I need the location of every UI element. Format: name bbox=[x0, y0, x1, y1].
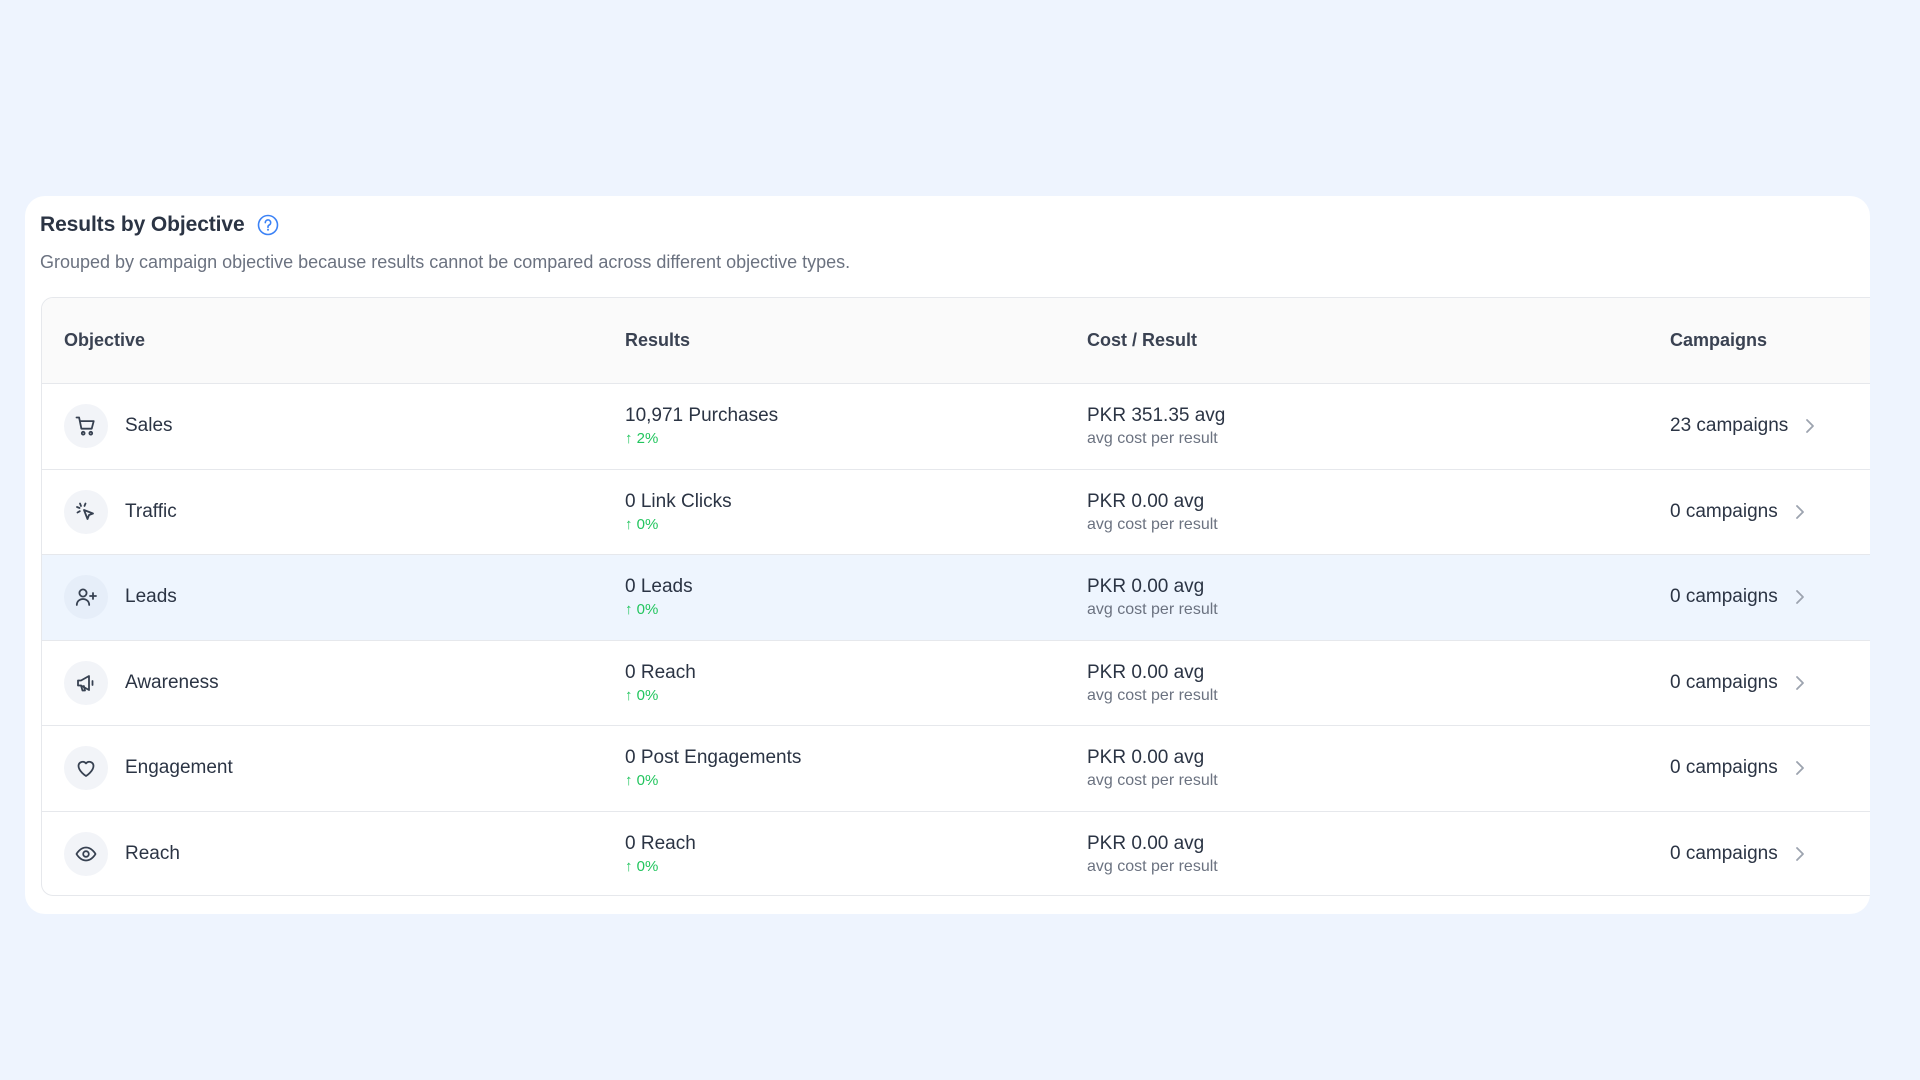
results-cell: 0 Link Clicks ↑ 0% bbox=[625, 490, 732, 535]
cost-sublabel: avg cost per result bbox=[1087, 772, 1218, 789]
table-row-traffic[interactable]: Traffic 0 Link Clicks ↑ 0% PKR 0.00 avg … bbox=[42, 470, 1870, 555]
results-value: 10,971 Purchases bbox=[625, 405, 779, 426]
cost-cell: PKR 0.00 avg avg cost per result bbox=[1087, 661, 1218, 706]
objective-label: Engagement bbox=[125, 757, 233, 779]
campaigns-count: 0 campaigns bbox=[1670, 671, 1778, 693]
campaigns-cell[interactable]: 23 campaigns bbox=[1670, 384, 1816, 469]
objective-cell: Awareness bbox=[64, 641, 219, 726]
cost-sublabel: avg cost per result bbox=[1087, 857, 1218, 875]
results-delta: ↑ 0% bbox=[625, 772, 659, 789]
cost-value: PKR 0.00 avg bbox=[1087, 490, 1205, 512]
heart-icon bbox=[64, 746, 108, 791]
cost-value: PKR 0.00 avg bbox=[1087, 576, 1205, 597]
campaigns-count: 0 campaigns bbox=[1670, 757, 1778, 779]
results-cell: 10,971 Purchases ↑ 2% bbox=[625, 404, 778, 449]
objective-cell: Leads bbox=[64, 555, 177, 640]
campaigns-count: 23 campaigns bbox=[1670, 415, 1789, 437]
chevron-right-icon[interactable] bbox=[1794, 503, 1806, 521]
results-value: 0 Reach bbox=[625, 661, 696, 683]
chevron-right-icon[interactable] bbox=[1794, 845, 1806, 863]
results-by-objective-card: Results by Objective Grouped by campaign… bbox=[25, 196, 1870, 914]
cursor-click-icon bbox=[64, 489, 108, 534]
campaigns-cell[interactable]: 0 campaigns bbox=[1670, 555, 1806, 640]
cost-value: PKR 351.35 avg bbox=[1087, 405, 1226, 426]
card-title: Results by Objective bbox=[40, 213, 245, 236]
megaphone-icon bbox=[64, 660, 108, 705]
card-header: Results by Objective Grouped by campaign… bbox=[40, 210, 1870, 273]
objective-label: Reach bbox=[125, 843, 180, 865]
results-cell: 0 Reach ↑ 0% bbox=[625, 832, 696, 877]
campaigns-count: 0 campaigns bbox=[1670, 586, 1778, 608]
objective-cell: Sales bbox=[64, 384, 173, 469]
chevron-right-icon[interactable] bbox=[1794, 759, 1806, 777]
results-delta: ↑ 2% bbox=[625, 430, 659, 447]
objective-label: Leads bbox=[125, 586, 177, 608]
objective-label: Sales bbox=[125, 415, 173, 437]
user-plus-icon bbox=[64, 575, 108, 620]
header-results: Results bbox=[625, 330, 691, 350]
results-cell: 0 Reach ↑ 0% bbox=[625, 661, 696, 706]
table-header: Objective Results Cost / Result Campaign… bbox=[42, 298, 1870, 384]
cost-cell: PKR 0.00 avg avg cost per result bbox=[1087, 746, 1218, 791]
objective-cell: Engagement bbox=[64, 726, 233, 811]
objective-label: Awareness bbox=[125, 671, 219, 693]
campaigns-cell[interactable]: 0 campaigns bbox=[1670, 641, 1806, 726]
table-row-sales[interactable]: Sales 10,971 Purchases ↑ 2% PKR 351.35 a… bbox=[42, 384, 1870, 470]
cost-value: PKR 0.00 avg bbox=[1087, 747, 1205, 768]
results-cell: 0 Post Engagements ↑ 0% bbox=[625, 746, 801, 791]
results-delta: ↑ 0% bbox=[625, 601, 659, 618]
cost-value: PKR 0.00 avg bbox=[1087, 832, 1205, 854]
header-cost-result: Cost / Result bbox=[1087, 330, 1198, 350]
objective-cell: Reach bbox=[64, 812, 180, 896]
table-row-awareness[interactable]: Awareness 0 Reach ↑ 0% PKR 0.00 avg avg … bbox=[42, 641, 1870, 726]
cart-icon bbox=[64, 404, 108, 449]
results-delta: ↑ 0% bbox=[625, 686, 659, 704]
cost-value: PKR 0.00 avg bbox=[1087, 661, 1205, 683]
cost-cell: PKR 351.35 avg avg cost per result bbox=[1087, 404, 1225, 449]
card-subtitle: Grouped by campaign objective because re… bbox=[40, 252, 851, 272]
cost-sublabel: avg cost per result bbox=[1087, 515, 1218, 533]
results-delta: ↑ 0% bbox=[625, 857, 659, 875]
objective-label: Traffic bbox=[125, 500, 177, 522]
cost-sublabel: avg cost per result bbox=[1087, 430, 1218, 447]
results-value: 0 Reach bbox=[625, 832, 696, 854]
chevron-right-icon[interactable] bbox=[1794, 674, 1806, 692]
question-circle-icon[interactable] bbox=[257, 214, 279, 236]
chevron-right-icon[interactable] bbox=[1794, 588, 1806, 606]
cost-cell: PKR 0.00 avg avg cost per result bbox=[1087, 832, 1218, 877]
cost-sublabel: avg cost per result bbox=[1087, 686, 1218, 704]
objectives-table: Objective Results Cost / Result Campaign… bbox=[41, 297, 1870, 896]
header-objective: Objective bbox=[64, 330, 146, 350]
results-delta: ↑ 0% bbox=[625, 515, 659, 533]
campaigns-cell[interactable]: 0 campaigns bbox=[1670, 726, 1806, 811]
table-row-reach[interactable]: Reach 0 Reach ↑ 0% PKR 0.00 avg avg cost… bbox=[42, 812, 1870, 896]
campaigns-cell[interactable]: 0 campaigns bbox=[1670, 812, 1806, 896]
eye-icon bbox=[64, 832, 108, 877]
chevron-right-icon[interactable] bbox=[1804, 417, 1816, 435]
campaigns-count: 0 campaigns bbox=[1670, 500, 1778, 522]
campaigns-cell[interactable]: 0 campaigns bbox=[1670, 470, 1806, 555]
results-cell: 0 Leads ↑ 0% bbox=[625, 575, 693, 620]
title-row: Results by Objective bbox=[40, 210, 1870, 240]
cost-sublabel: avg cost per result bbox=[1087, 601, 1218, 618]
results-value: 0 Leads bbox=[625, 576, 693, 597]
header-campaigns: Campaigns bbox=[1670, 330, 1768, 350]
results-value: 0 Post Engagements bbox=[625, 747, 802, 768]
table-row-leads[interactable]: Leads 0 Leads ↑ 0% PKR 0.00 avg avg cost… bbox=[42, 555, 1870, 641]
objective-cell: Traffic bbox=[64, 470, 177, 555]
cost-cell: PKR 0.00 avg avg cost per result bbox=[1087, 490, 1218, 535]
results-value: 0 Link Clicks bbox=[625, 490, 732, 512]
campaigns-count: 0 campaigns bbox=[1670, 843, 1778, 865]
cost-cell: PKR 0.00 avg avg cost per result bbox=[1087, 575, 1218, 620]
table-row-engagement[interactable]: Engagement 0 Post Engagements ↑ 0% PKR 0… bbox=[42, 726, 1870, 812]
